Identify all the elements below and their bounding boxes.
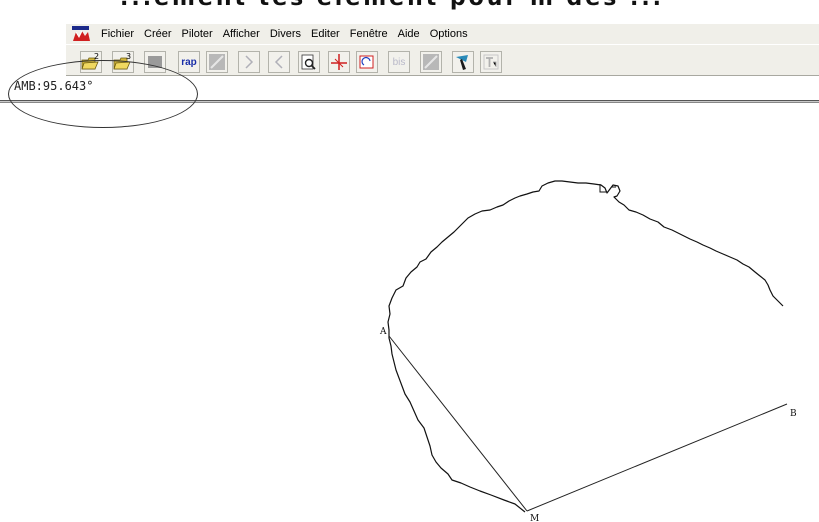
point-a-label: A bbox=[379, 327, 387, 337]
point-m-label: M bbox=[530, 514, 539, 522]
point-b-label: B bbox=[790, 409, 797, 419]
segment-am bbox=[388, 335, 528, 512]
segment-mb bbox=[526, 403, 788, 512]
geometry-canvas: A B M bbox=[379, 180, 797, 522]
trace-curve bbox=[387, 180, 784, 513]
